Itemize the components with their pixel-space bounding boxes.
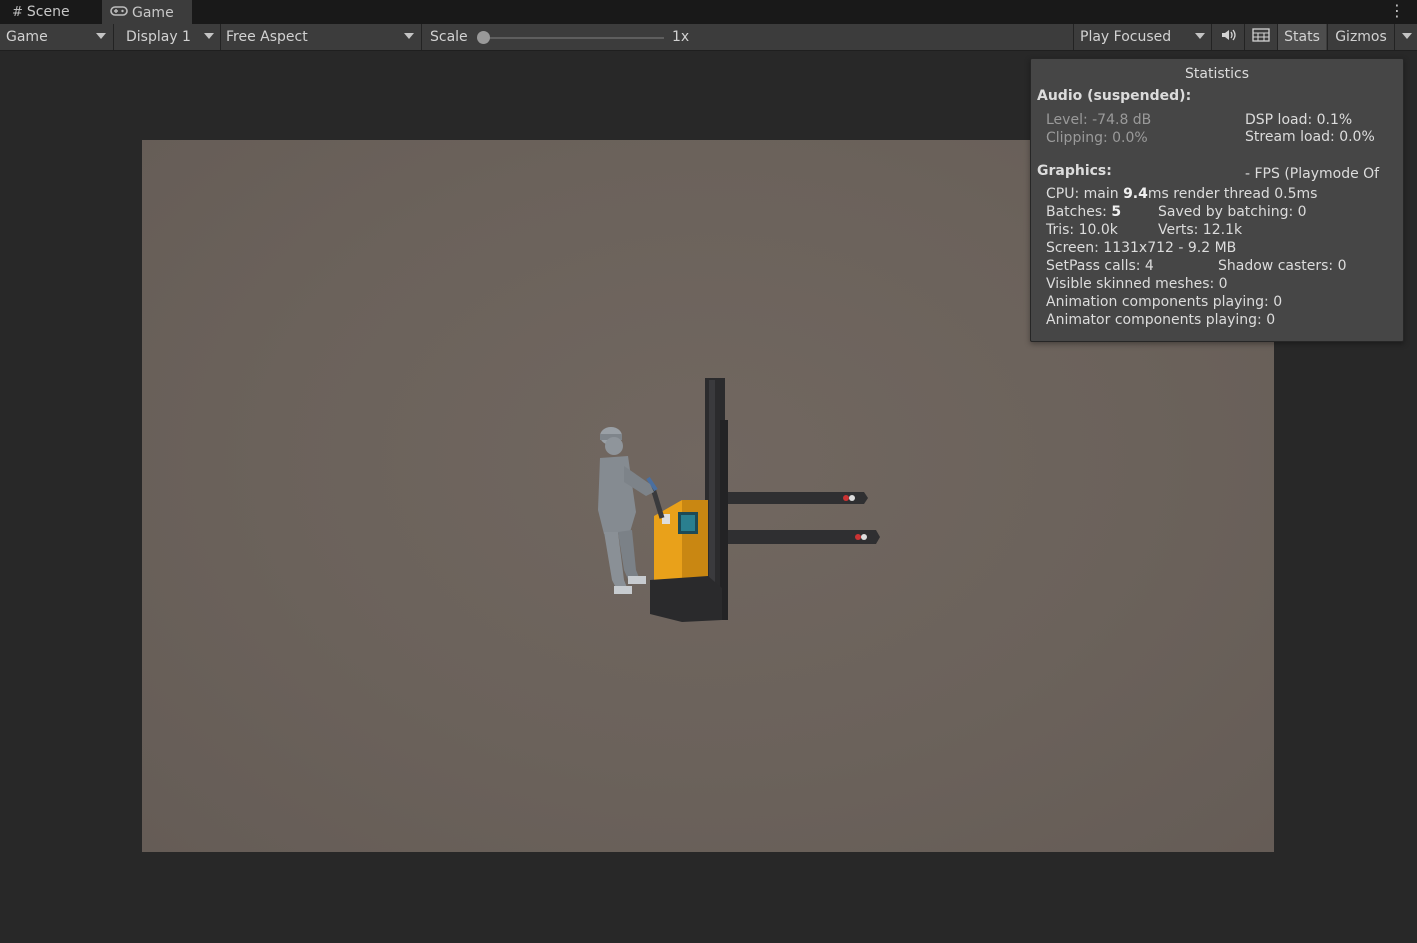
animation-components-stat: Animation components playing: 0 <box>1046 294 1283 310</box>
gizmos-button-label: Gizmos <box>1335 29 1387 45</box>
chevron-down-icon <box>96 33 106 39</box>
batches-stat: Batches: 5 <box>1046 204 1121 220</box>
mute-audio-button[interactable] <box>1212 24 1244 50</box>
tab-scene[interactable]: # Scene <box>4 0 100 24</box>
resolution-button[interactable] <box>1245 24 1277 50</box>
display-dropdown-label: Display 1 <box>126 29 191 45</box>
chevron-down-icon <box>1402 33 1412 39</box>
cpu-prefix: CPU: main <box>1046 186 1124 202</box>
display-dropdown[interactable]: Display 1 <box>114 24 220 50</box>
stats-toggle-button[interactable]: Stats <box>1278 24 1326 50</box>
audio-heading: Audio (suspended): <box>1037 88 1192 104</box>
setpass-stat: SetPass calls: 4 <box>1046 258 1154 274</box>
chevron-down-icon <box>1195 33 1205 39</box>
statistics-panel: Statistics Audio (suspended): Level: -74… <box>1030 58 1404 342</box>
cpu-main-value: 9.4 <box>1123 186 1148 202</box>
stream-load: Stream load: 0.0% <box>1245 129 1375 145</box>
chevron-down-icon <box>204 33 214 39</box>
forklift-forks <box>724 492 880 544</box>
aspect-dropdown[interactable]: Free Aspect <box>221 24 420 50</box>
gizmos-toggle-button[interactable]: Gizmos <box>1328 24 1394 50</box>
play-mode-dropdown[interactable]: Play Focused <box>1074 24 1211 50</box>
scale-slider-handle[interactable] <box>477 31 490 44</box>
verts-stat: Verts: 12.1k <box>1158 222 1243 238</box>
screen-stat: Screen: 1131x712 - 9.2 MB <box>1046 240 1237 256</box>
worker-figure <box>598 427 654 594</box>
game-view-toolbar: Game Display 1 Free Aspect Scale 1x Play… <box>0 24 1417 51</box>
animator-components-stat: Animator components playing: 0 <box>1046 312 1276 328</box>
audio-level: Level: -74.8 dB <box>1046 112 1152 128</box>
more-options-icon[interactable]: ⋮ <box>1389 2 1405 20</box>
play-mode-label: Play Focused <box>1080 29 1172 45</box>
gizmos-dropdown[interactable] <box>1395 24 1417 50</box>
tab-game-label: Game <box>132 5 174 21</box>
divider <box>421 24 422 50</box>
graphics-heading: Graphics: <box>1037 163 1112 179</box>
batches-prefix: Batches: <box>1046 204 1112 220</box>
shadow-casters-stat: Shadow casters: 0 <box>1218 258 1347 274</box>
chevron-down-icon <box>404 33 414 39</box>
speaker-icon <box>1220 28 1236 46</box>
view-dropdown-label: Game <box>6 29 48 45</box>
grid-icon: # <box>12 4 23 20</box>
saved-by-batching: Saved by batching: 0 <box>1158 204 1307 220</box>
stats-button-label: Stats <box>1284 29 1320 45</box>
scale-value: 1x <box>672 29 690 45</box>
resolution-grid-icon <box>1252 28 1270 46</box>
cpu-suffix: ms render thread 0.5ms <box>1147 186 1318 202</box>
tris-stat: Tris: 10.0k <box>1046 222 1118 238</box>
tab-game[interactable]: Game <box>102 0 192 24</box>
cpu-stats: CPU: main 9.4ms render thread 0.5ms <box>1046 186 1317 202</box>
gamepad-icon <box>110 5 128 21</box>
view-dropdown[interactable]: Game <box>0 24 112 50</box>
skinned-meshes-stat: Visible skinned meshes: 0 <box>1046 276 1228 292</box>
dsp-load: DSP load: 0.1% <box>1245 112 1353 128</box>
scale-slider-track[interactable] <box>484 37 664 39</box>
forklift-tiller <box>646 476 665 519</box>
fps-readout: - FPS (Playmode Of <box>1245 166 1380 182</box>
tab-scene-label: Scene <box>26 4 70 20</box>
batches-value: 5 <box>1111 204 1122 220</box>
editor-tab-bar: # Scene Game ⋮ <box>0 0 1417 24</box>
aspect-dropdown-label: Free Aspect <box>226 29 308 45</box>
scale-label: Scale <box>430 29 468 45</box>
statistics-title: Statistics <box>1185 66 1249 82</box>
audio-clipping: Clipping: 0.0% <box>1046 130 1148 146</box>
